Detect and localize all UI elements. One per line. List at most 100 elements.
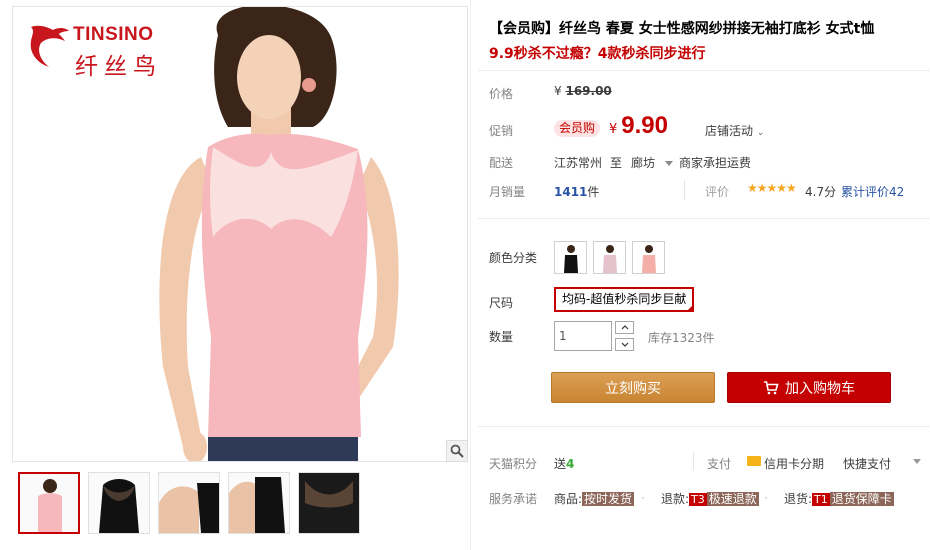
quantity-label: 数量: [489, 330, 514, 344]
color-swatches: [554, 241, 665, 274]
quantity-decrease-button[interactable]: [615, 338, 634, 351]
buy-now-button[interactable]: 立刻购买: [551, 372, 715, 403]
thumbnail-image: [159, 483, 219, 533]
thumbnail-4[interactable]: [228, 472, 290, 534]
divider: [479, 426, 929, 427]
service-shipping[interactable]: 商品: 按时发货: [554, 490, 635, 507]
promo-label: 促销: [489, 124, 514, 138]
service-shipping-text: 商品:: [554, 492, 583, 506]
product-detail-panel: 【会员购】纤丝鸟 春夏 女士性感网纱拼接无袖打底衫 女式t恤 9.9秒杀不过瘾？…: [470, 0, 930, 550]
store-activity-dropdown[interactable]: 店铺活动 ⌄: [705, 122, 764, 139]
brand-name-cn: 纤丝鸟: [75, 54, 162, 80]
monthly-sales-label: 月销量: [489, 185, 526, 199]
expand-caret-icon[interactable]: [913, 459, 921, 464]
service-return-code: T1: [812, 493, 830, 506]
payment-label: 支付: [707, 457, 732, 471]
monthly-sales-count: 1411: [554, 185, 588, 199]
size-label: 尺码: [489, 296, 514, 310]
monthly-sales-unit: 件: [587, 185, 600, 199]
add-to-cart-button[interactable]: 加入购物车: [727, 372, 891, 403]
stock-count: 库存1323件: [648, 331, 715, 345]
credit-card-icon: [747, 456, 761, 466]
quick-pay-link[interactable]: 快捷支付: [843, 455, 891, 472]
chevron-down-icon: ⌄: [756, 128, 765, 138]
thumbnail-1[interactable]: [18, 472, 80, 534]
monthly-sales: 1411件: [554, 183, 599, 200]
original-price-amount: 169.00: [565, 84, 612, 98]
service-return-text: 退货:: [784, 492, 813, 506]
caret-down-icon: [664, 161, 673, 166]
rating-label: 评价: [705, 185, 730, 199]
service-return[interactable]: 退货: T1 退货保障卡: [784, 490, 894, 507]
currency-symbol: ¥: [609, 122, 618, 137]
chevron-down-icon: [621, 342, 628, 347]
separator-dot: ·: [764, 491, 768, 505]
credit-installment-link[interactable]: 信用卡分期: [764, 455, 824, 472]
service-refund-text: 退款:: [661, 492, 690, 506]
swatch-image: [603, 245, 617, 273]
thumbnail-3[interactable]: [158, 472, 220, 534]
color-swatch-black[interactable]: [554, 241, 587, 274]
service-refund-tag: 极速退款: [706, 492, 759, 506]
thumbnail-image: [229, 477, 285, 533]
zoom-button[interactable]: [446, 440, 468, 462]
product-title: 【会员购】纤丝鸟 春夏 女士性感网纱拼接无袖打底衫 女式t恤: [489, 21, 875, 37]
swatch-image: [564, 245, 578, 273]
thumbnail-2[interactable]: [88, 472, 150, 534]
store-activity-label: 店铺活动: [705, 124, 754, 138]
service-refund-code: T3: [689, 493, 707, 506]
thumbnail-image: [299, 473, 359, 533]
destination-dropdown[interactable]: 廊坊: [631, 154, 673, 171]
star-rating-icon: ★★★★★: [747, 181, 797, 195]
thumbnail-image: [38, 479, 62, 532]
promo-price: ¥9.90: [609, 112, 668, 140]
thumbnail-image: [99, 479, 139, 533]
add-to-cart-label: 加入购物车: [785, 380, 855, 397]
swatch-image: [642, 245, 656, 273]
destination-value: 廊坊: [631, 156, 656, 170]
color-label: 颜色分类: [489, 251, 538, 265]
original-price: ¥ 169.00: [554, 84, 612, 98]
ship-from: 江苏常州: [554, 156, 603, 170]
buy-now-label: 立刻购买: [605, 380, 661, 397]
magnifier-icon: [450, 444, 464, 458]
color-swatch-pink-light[interactable]: [593, 241, 626, 274]
chevron-up-icon: [621, 325, 628, 330]
service-shipping-tag: 按时发货: [582, 492, 635, 506]
cart-icon: [764, 380, 779, 394]
points-value: 4: [566, 457, 575, 471]
service-refund[interactable]: 退款: T3 极速退款: [661, 490, 759, 507]
review-count-link[interactable]: 累计评价42: [841, 183, 904, 200]
brand-logo: TINSINO 纤丝鸟: [27, 21, 177, 81]
brand-name-en: TINSINO: [73, 24, 154, 45]
thumbnail-strip: [18, 472, 360, 536]
divider: [479, 70, 929, 71]
price-label: 价格: [489, 87, 514, 101]
product-subtitle[interactable]: 9.9秒杀不过瘾？4款秒杀同步进行: [489, 43, 706, 63]
ship-to-word: 至: [610, 156, 623, 170]
service-label: 服务承诺: [489, 492, 538, 506]
size-option-selected[interactable]: 均码-超值秒杀同步巨献: [554, 287, 695, 312]
member-badge: 会员购: [554, 120, 601, 137]
shipping-fee: 商家承担运费: [679, 156, 752, 170]
thumbnail-5[interactable]: [298, 472, 360, 534]
quantity-input[interactable]: 1: [554, 321, 612, 351]
currency-symbol: ¥: [554, 84, 562, 98]
divider: [693, 452, 694, 470]
divider: [479, 218, 929, 219]
tmall-points-label: 天猫积分: [489, 457, 538, 471]
separator-dot: ·: [641, 491, 645, 505]
size-option-label: 均码-超值秒杀同步巨献: [562, 292, 687, 306]
rating-score: 4.7分: [805, 185, 837, 199]
quantity-increase-button[interactable]: [615, 321, 634, 334]
service-return-tag: 退货保障卡: [829, 492, 894, 506]
bird-logo-icon: [30, 25, 69, 67]
color-swatch-pink[interactable]: [632, 241, 665, 274]
tmall-points: 送4: [554, 455, 574, 472]
shipping-label: 配送: [489, 156, 514, 170]
divider: [684, 180, 685, 200]
points-prefix: 送: [554, 457, 567, 471]
product-main-image[interactable]: TINSINO 纤丝鸟: [12, 6, 468, 462]
selected-check-icon: [686, 304, 695, 312]
promo-price-amount: 9.90: [621, 112, 668, 139]
